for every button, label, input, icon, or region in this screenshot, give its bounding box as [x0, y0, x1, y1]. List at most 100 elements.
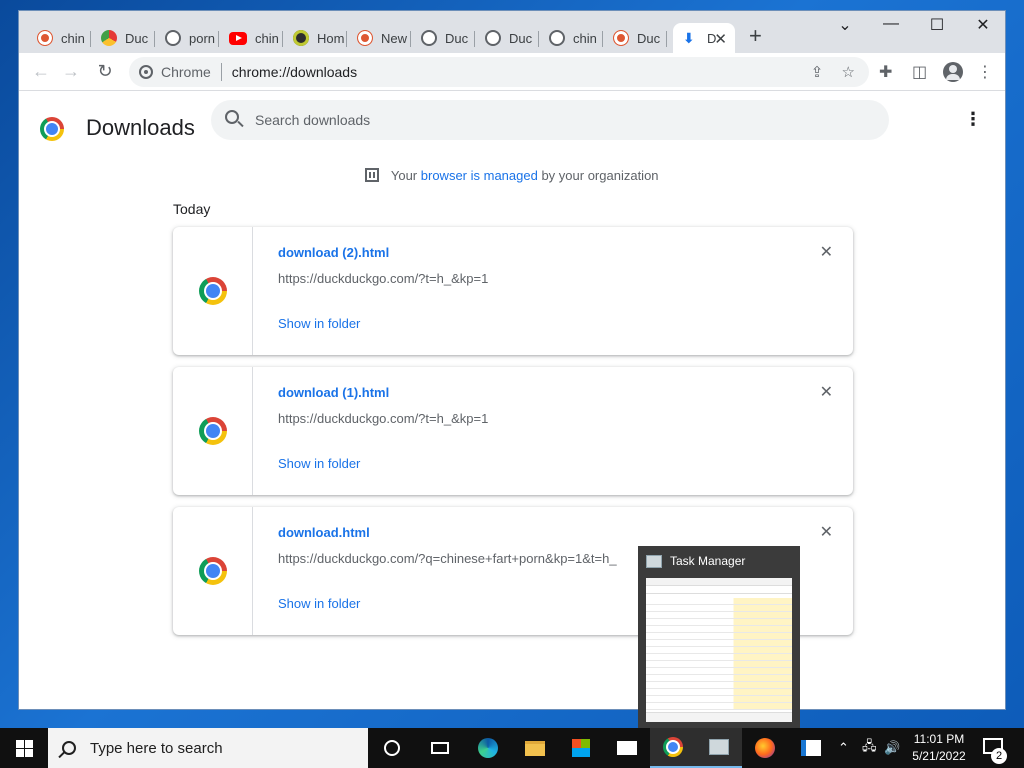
- globe-icon: [421, 30, 437, 46]
- clock-time: 11:01 PM: [913, 732, 965, 746]
- close-tab-icon[interactable]: ✕: [714, 30, 727, 48]
- task-manager-icon: [646, 554, 662, 568]
- chrome-menu-icon[interactable]: ⋮: [977, 62, 993, 82]
- download-source-url[interactable]: https://duckduckgo.com/?t=h_&kp=1: [278, 271, 488, 286]
- mail-icon: [617, 741, 637, 755]
- managed-prefix: Your: [390, 168, 418, 183]
- taskbar-task-manager[interactable]: [696, 728, 742, 768]
- chrome-page-icon: [139, 65, 153, 79]
- tab-title: Duc: [509, 30, 533, 46]
- volume-icon[interactable]: 🔊: [884, 728, 900, 768]
- managed-link[interactable]: browser is managed: [421, 168, 538, 183]
- browser-toolbar: ← → ↻ Chrome chrome://downloads ⇪ ☆ ✚ ◫ …: [19, 53, 1005, 91]
- more-actions-icon[interactable]: ⋮: [963, 109, 983, 129]
- share-icon[interactable]: ⇪: [811, 64, 824, 81]
- search-icon: [225, 110, 239, 124]
- omnibox-url[interactable]: chrome://downloads: [232, 64, 357, 80]
- search-downloads-bar[interactable]: [211, 100, 889, 140]
- youtube-icon: [229, 31, 247, 45]
- tab-1[interactable]: chin: [27, 23, 91, 53]
- system-clock[interactable]: 11:01 PM 5/21/2022: [900, 731, 978, 765]
- clock-date: 5/21/2022: [912, 749, 966, 763]
- maximize-button[interactable]: ☐: [914, 15, 960, 35]
- extensions-puzzle-icon[interactable]: ✚: [879, 62, 892, 82]
- download-source-url[interactable]: https://duckduckgo.com/?t=h_&kp=1: [278, 411, 488, 426]
- show-in-folder-link[interactable]: Show in folder: [278, 596, 360, 611]
- tab-7[interactable]: Duc: [411, 23, 475, 53]
- show-in-folder-link[interactable]: Show in folder: [278, 456, 360, 471]
- tab-10[interactable]: Duc: [603, 23, 667, 53]
- show-hidden-icons-chevron[interactable]: ⌃: [838, 728, 849, 768]
- remove-download-icon[interactable]: ✕: [820, 385, 833, 401]
- back-button[interactable]: ←: [29, 61, 53, 81]
- download-icon: ⬇: [683, 30, 695, 46]
- tab-2[interactable]: Duc: [91, 23, 155, 53]
- notification-count-badge: 2: [991, 748, 1007, 764]
- taskbar-news[interactable]: [788, 728, 834, 768]
- new-tab-button[interactable]: +: [749, 25, 762, 47]
- search-icon: [62, 741, 76, 755]
- chrome-window: chin Duc porn chin Hom New Duc Duc chin …: [18, 10, 1006, 710]
- site-icon: [293, 30, 309, 46]
- taskbar-mail[interactable]: [604, 728, 650, 768]
- tab-strip: chin Duc porn chin Hom New Duc Duc chin …: [19, 11, 1005, 53]
- start-button[interactable]: [0, 728, 48, 768]
- task-manager-preview[interactable]: Task Manager: [638, 546, 800, 728]
- download-file-icon-column: [173, 367, 253, 495]
- download-file-icon-column: [173, 227, 253, 355]
- forward-button[interactable]: →: [59, 61, 83, 81]
- tab-downloads-active[interactable]: ⬇ D ✕: [673, 23, 735, 53]
- tab-8[interactable]: Duc: [475, 23, 539, 53]
- download-file-name[interactable]: download (1).html: [278, 385, 389, 400]
- file-explorer-icon: [525, 740, 545, 756]
- task-view-button[interactable]: [417, 728, 463, 768]
- date-section-header: Today: [173, 201, 211, 217]
- taskbar-firefox[interactable]: [742, 728, 788, 768]
- profile-avatar[interactable]: [943, 62, 963, 82]
- taskbar-search-placeholder: Type here to search: [90, 739, 223, 757]
- preview-thumbnail[interactable]: [646, 578, 792, 722]
- download-file-name[interactable]: download.html: [278, 525, 370, 540]
- side-panel-icon[interactable]: ◫: [912, 62, 927, 82]
- globe-icon: [485, 30, 501, 46]
- network-icon[interactable]: 🖧: [862, 728, 877, 768]
- close-window-button[interactable]: ✕: [960, 15, 1005, 35]
- tab-title: porn: [189, 30, 216, 46]
- minimize-button[interactable]: —: [868, 15, 914, 33]
- reload-button[interactable]: ↻: [93, 61, 117, 81]
- building-icon: [365, 168, 380, 182]
- tab-title: Duc: [637, 30, 661, 46]
- bookmark-star-icon[interactable]: ☆: [842, 64, 855, 81]
- taskbar-file-explorer[interactable]: [512, 728, 558, 768]
- edge-icon: [478, 738, 498, 758]
- omnibox-actions: ⇪ ☆: [811, 63, 869, 81]
- taskbar-store[interactable]: [558, 728, 604, 768]
- tab-search-chevron-icon[interactable]: ⌄: [822, 15, 868, 35]
- preview-title: Task Manager: [670, 554, 746, 568]
- download-item: download (2).html https://duckduckgo.com…: [173, 227, 853, 355]
- tab-title: Hom: [317, 30, 345, 46]
- address-bar[interactable]: Chrome chrome://downloads ⇪ ☆: [129, 57, 869, 87]
- chrome-file-icon: [199, 557, 227, 585]
- download-file-name[interactable]: download (2).html: [278, 245, 389, 260]
- tab-3[interactable]: porn: [155, 23, 219, 53]
- chrome-logo-icon: [40, 117, 64, 141]
- managed-suffix: by your organization: [541, 168, 659, 183]
- news-icon: [801, 740, 821, 756]
- show-in-folder-link[interactable]: Show in folder: [278, 316, 360, 331]
- taskbar-chrome[interactable]: [650, 728, 696, 768]
- download-file-icon-column: [173, 507, 253, 635]
- cortana-button[interactable]: [369, 728, 415, 768]
- remove-download-icon[interactable]: ✕: [820, 245, 833, 261]
- remove-download-icon[interactable]: ✕: [820, 525, 833, 541]
- task-view-icon: [431, 742, 449, 754]
- tab-5[interactable]: Hom: [283, 23, 347, 53]
- download-source-url[interactable]: https://duckduckgo.com/?q=chinese+fart+p…: [278, 551, 617, 566]
- tab-9[interactable]: chin: [539, 23, 603, 53]
- taskbar-edge[interactable]: [465, 728, 511, 768]
- tab-4[interactable]: chin: [219, 23, 283, 53]
- taskbar-search-box[interactable]: Type here to search: [48, 728, 368, 768]
- tab-6[interactable]: New: [347, 23, 411, 53]
- task-manager-icon: [709, 739, 729, 755]
- search-input[interactable]: [255, 108, 855, 132]
